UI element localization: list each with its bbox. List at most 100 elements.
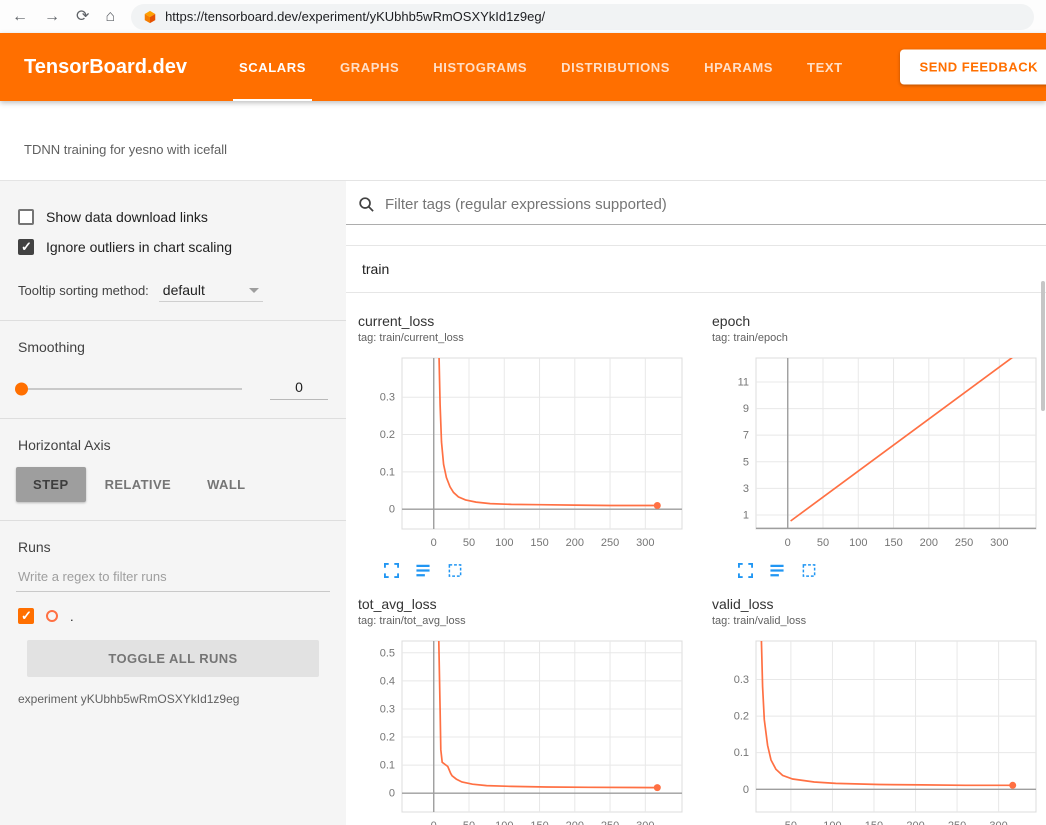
chart-card-current-loss: current_loss tag: train/current_loss 00.… [350, 307, 702, 584]
send-feedback-button[interactable]: SEND FEEDBACK [900, 50, 1046, 85]
browser-chrome: ← → ⟳ ⌂ https://tensorboard.dev/experime… [0, 0, 1046, 33]
chart-tag: tag: train/epoch [712, 332, 1046, 344]
show-download-links-label: Show data download links [46, 209, 208, 225]
divider [0, 520, 346, 521]
horizontal-axis-label: Horizontal Axis [18, 437, 330, 453]
tab-hparams[interactable]: HPARAMS [704, 33, 773, 101]
train-section: train current_loss tag: train/current_lo… [346, 245, 1046, 825]
run-color-swatch [46, 610, 58, 622]
runs-regex-input[interactable] [16, 561, 330, 592]
svg-text:0: 0 [431, 537, 437, 549]
svg-text:300: 300 [636, 820, 654, 825]
tab-histograms[interactable]: HISTOGRAMS [433, 33, 527, 101]
svg-text:50: 50 [463, 820, 475, 825]
line-chart-valid-loss[interactable]: 00.10.20.350100150200250300 [712, 635, 1042, 825]
smoothing-slider[interactable] [18, 388, 242, 390]
nav-tabs: SCALARS GRAPHS HISTOGRAMS DISTRIBUTIONS … [239, 33, 843, 101]
svg-text:0.1: 0.1 [734, 747, 749, 759]
show-download-links-checkbox[interactable] [18, 209, 34, 225]
chart-card-tot-avg-loss: tot_avg_loss tag: train/tot_avg_loss 00.… [350, 590, 702, 825]
tab-distributions[interactable]: DISTRIBUTIONS [561, 33, 670, 101]
svg-text:200: 200 [566, 537, 584, 549]
svg-text:300: 300 [636, 537, 654, 549]
svg-text:0.1: 0.1 [380, 760, 395, 772]
divider [0, 418, 346, 419]
svg-text:100: 100 [823, 820, 841, 825]
fullscreen-icon[interactable] [384, 563, 399, 578]
settings-sidebar: Show data download links Ignore outliers… [0, 181, 346, 825]
show-download-links-row[interactable]: Show data download links [18, 209, 330, 225]
charts-grid: current_loss tag: train/current_loss 00.… [346, 293, 1046, 825]
view-runs-icon[interactable] [415, 563, 431, 578]
svg-text:0.4: 0.4 [380, 675, 395, 687]
axis-wall-button[interactable]: WALL [190, 467, 262, 502]
search-icon [358, 196, 375, 213]
axis-relative-button[interactable]: RELATIVE [88, 467, 189, 502]
train-section-header[interactable]: train [346, 245, 1046, 293]
svg-text:0.2: 0.2 [734, 711, 749, 723]
chart-tag: tag: train/tot_avg_loss [358, 615, 694, 627]
axis-step-button[interactable]: STEP [16, 467, 86, 502]
ignore-outliers-label: Ignore outliers in chart scaling [46, 239, 232, 255]
line-chart-current-loss[interactable]: 00.10.20.3050100150200250300 [358, 352, 688, 557]
chart-tag: tag: train/valid_loss [712, 615, 1046, 627]
svg-text:0: 0 [389, 504, 395, 516]
fullscreen-icon[interactable] [738, 563, 753, 578]
svg-text:250: 250 [601, 820, 619, 825]
svg-text:250: 250 [955, 537, 973, 549]
chevron-down-icon [249, 288, 259, 293]
chart-card-valid-loss: valid_loss tag: train/valid_loss 00.10.2… [704, 590, 1046, 825]
run-checkbox[interactable] [18, 608, 34, 624]
tensorboard-logo[interactable]: TensorBoard.dev [24, 56, 187, 79]
fit-domain-icon[interactable] [801, 563, 817, 578]
home-icon[interactable]: ⌂ [105, 9, 115, 25]
tag-filter-input[interactable] [385, 196, 1036, 213]
svg-text:250: 250 [948, 820, 966, 825]
chart-title: epoch [712, 313, 1046, 329]
refresh-icon[interactable]: ⟳ [76, 9, 89, 25]
tab-scalars[interactable]: SCALARS [239, 33, 306, 101]
chart-tag: tag: train/current_loss [358, 332, 694, 344]
chart-toolbar [712, 563, 1046, 578]
run-row[interactable]: . [18, 608, 330, 624]
svg-text:50: 50 [463, 537, 475, 549]
divider [0, 320, 346, 321]
charts-main-area: train current_loss tag: train/current_lo… [346, 181, 1046, 825]
svg-text:0.2: 0.2 [380, 732, 395, 744]
svg-text:0: 0 [785, 537, 791, 549]
line-chart-tot-avg-loss[interactable]: 00.10.20.30.40.5050100150200250300 [358, 635, 688, 825]
address-bar[interactable]: https://tensorboard.dev/experiment/yKUbh… [131, 4, 1034, 30]
svg-text:1: 1 [743, 510, 749, 522]
svg-text:150: 150 [884, 537, 902, 549]
tab-text[interactable]: TEXT [807, 33, 843, 101]
experiment-id-note: experiment yKUbhb5wRmOSXYkId1z9eg [18, 692, 330, 706]
ignore-outliers-checkbox[interactable] [18, 239, 34, 255]
svg-text:50: 50 [817, 537, 829, 549]
vertical-scrollbar[interactable] [1041, 281, 1045, 411]
slider-thumb[interactable] [15, 382, 28, 395]
toggle-all-runs-button[interactable]: TOGGLE ALL RUNS [27, 640, 319, 677]
forward-icon[interactable]: → [44, 9, 60, 25]
back-icon[interactable]: ← [12, 9, 28, 25]
svg-text:300: 300 [989, 820, 1007, 825]
experiment-subheader: TDNN training for yesno with icefall [0, 101, 1046, 181]
smoothing-value[interactable]: 0 [270, 377, 328, 400]
svg-text:300: 300 [990, 537, 1008, 549]
tensorboard-favicon [143, 10, 157, 24]
ignore-outliers-row[interactable]: Ignore outliers in chart scaling [18, 239, 330, 255]
svg-text:250: 250 [601, 537, 619, 549]
run-name: . [70, 609, 74, 624]
line-chart-epoch[interactable]: 1357911050100150200250300 [712, 352, 1042, 557]
view-runs-icon[interactable] [769, 563, 785, 578]
tooltip-sorting-value: default [163, 282, 205, 298]
url-text: https://tensorboard.dev/experiment/yKUbh… [165, 9, 545, 24]
svg-text:100: 100 [849, 537, 867, 549]
svg-text:0.2: 0.2 [380, 429, 395, 441]
svg-text:0: 0 [743, 784, 749, 796]
fit-domain-icon[interactable] [447, 563, 463, 578]
tab-graphs[interactable]: GRAPHS [340, 33, 399, 101]
svg-text:200: 200 [566, 820, 584, 825]
svg-text:0.3: 0.3 [380, 392, 395, 404]
svg-text:150: 150 [530, 537, 548, 549]
tooltip-sorting-dropdown[interactable]: default [159, 279, 263, 302]
